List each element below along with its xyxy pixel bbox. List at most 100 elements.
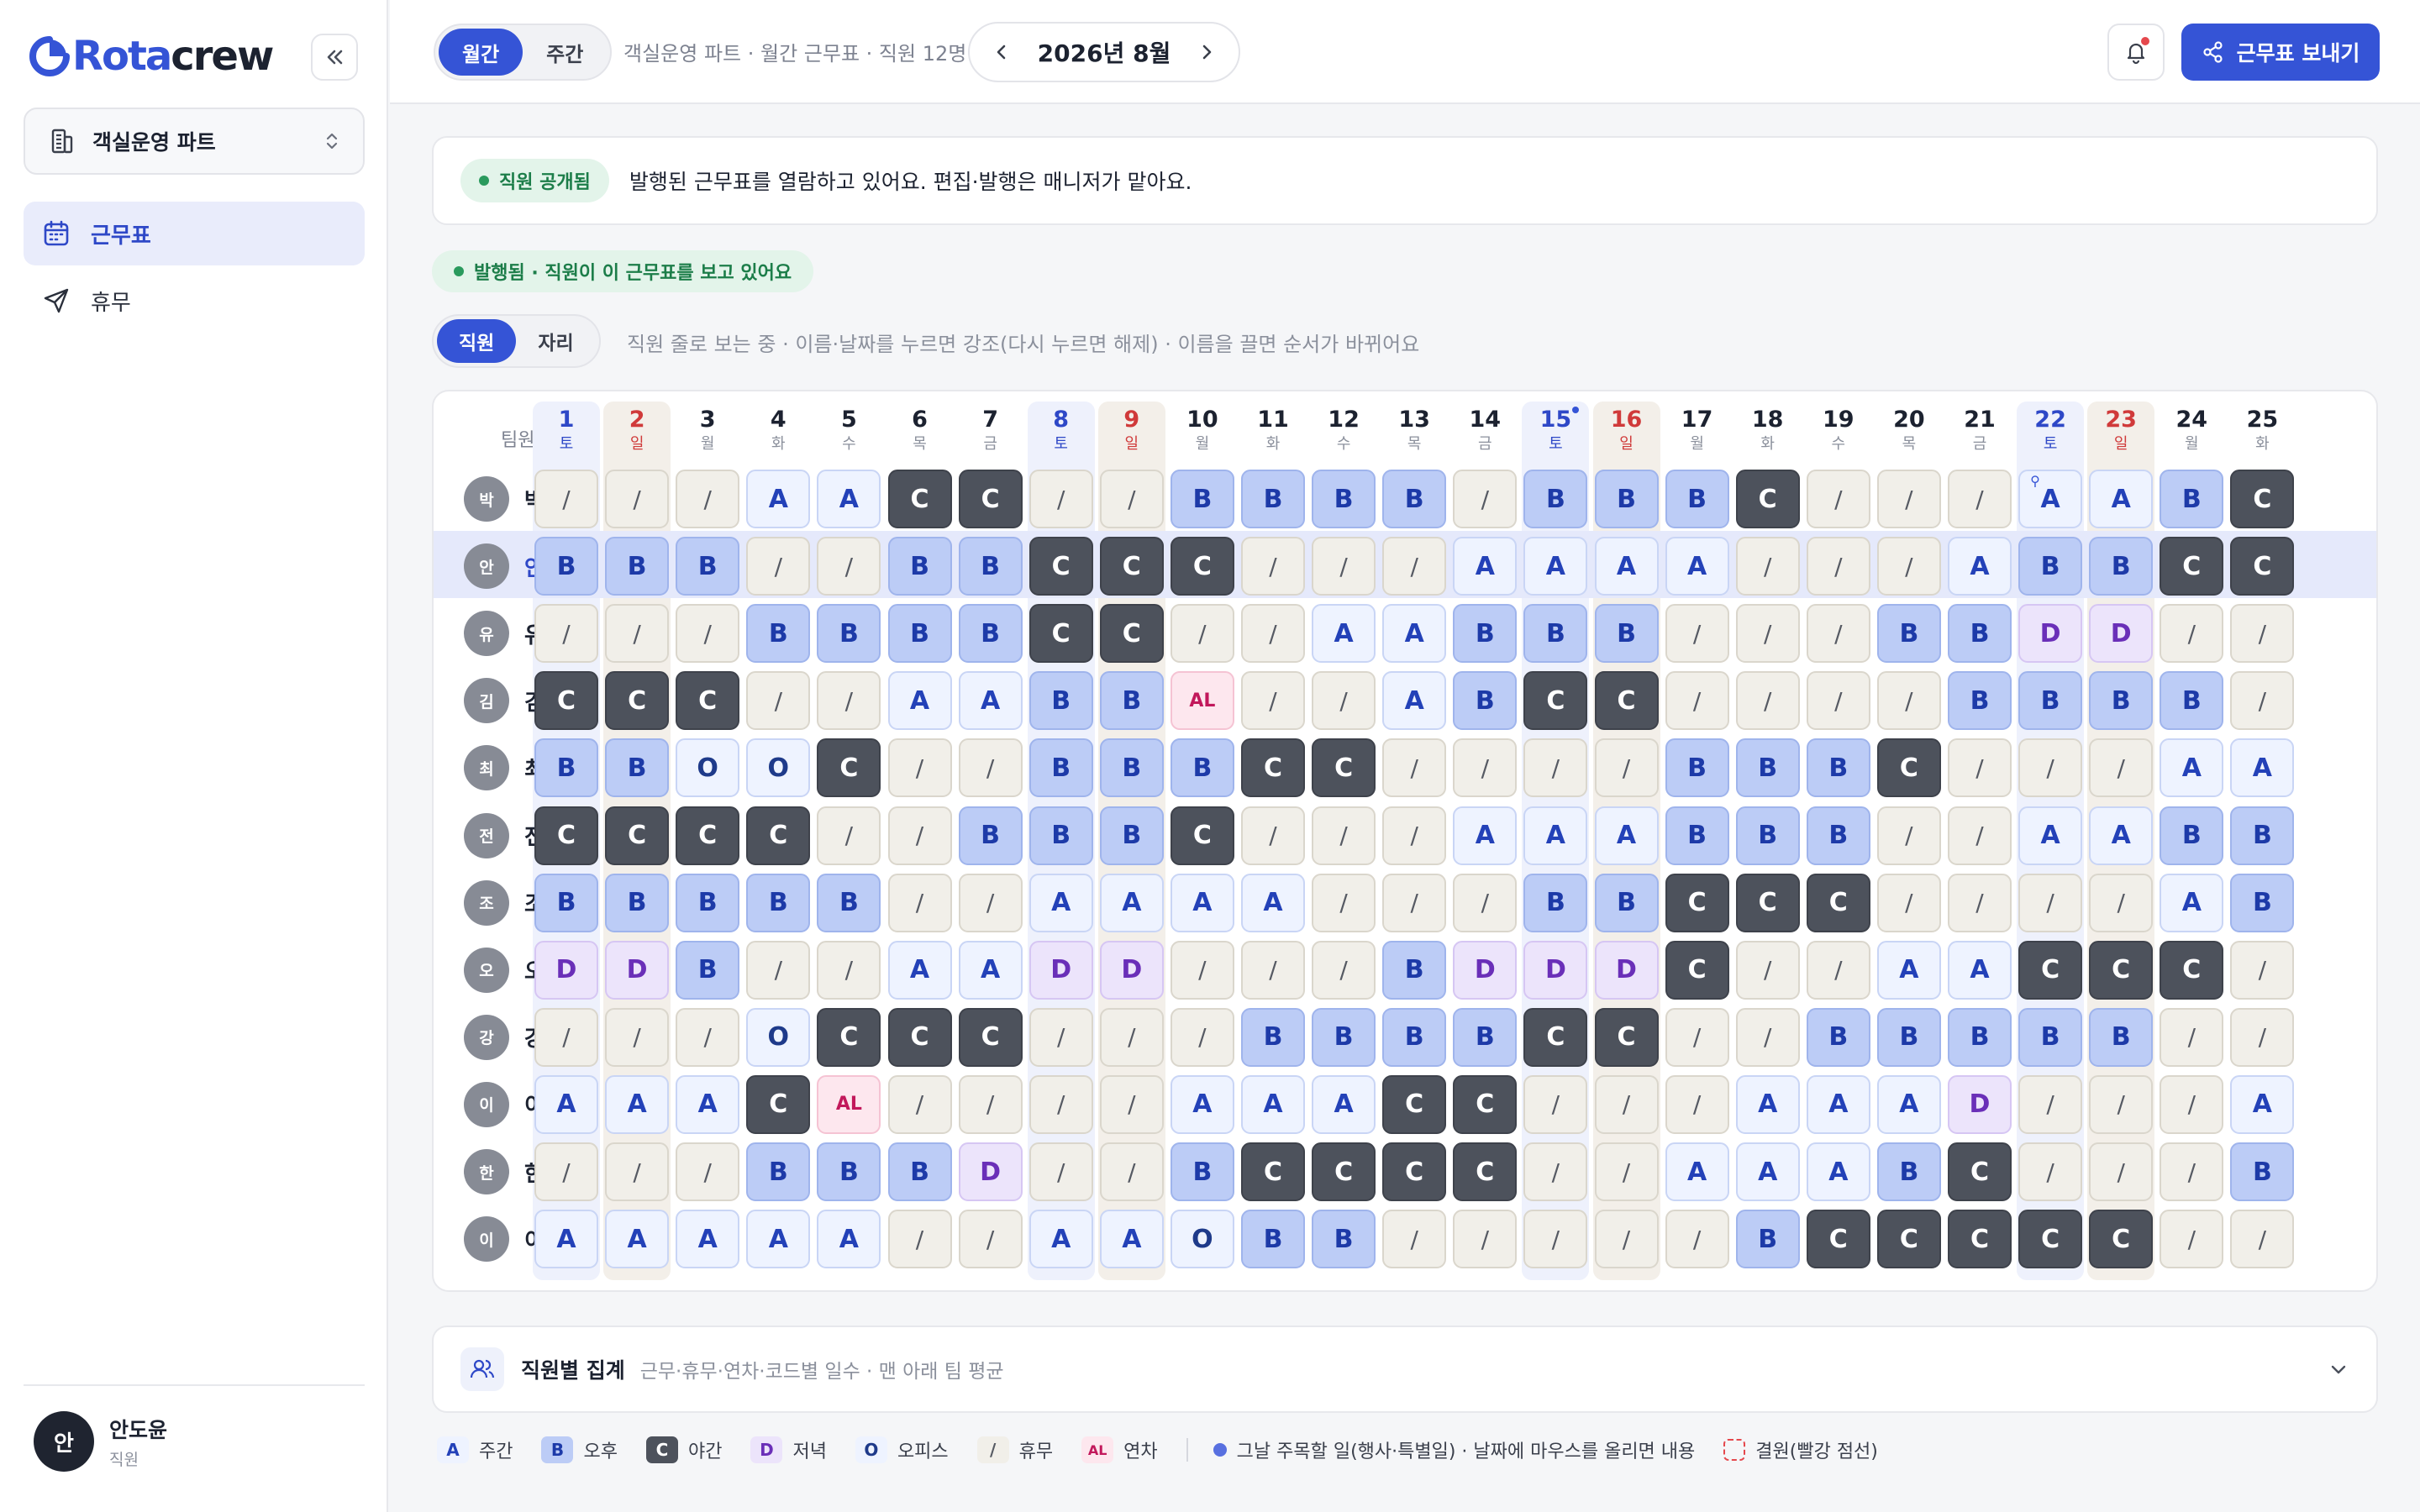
- current-month[interactable]: 2026년 8월: [1038, 35, 1171, 69]
- shift-cell[interactable]: /: [676, 604, 740, 664]
- day-header[interactable]: 18 화: [1733, 405, 1803, 464]
- shift-cell[interactable]: C: [676, 806, 740, 865]
- shift-cell[interactable]: /: [2160, 1074, 2224, 1134]
- shift-cell[interactable]: /: [1948, 738, 2012, 798]
- shift-cell[interactable]: /: [887, 873, 952, 932]
- day-header[interactable]: 22 토: [2015, 405, 2086, 464]
- shift-cell[interactable]: D: [2089, 604, 2154, 664]
- shift-cell[interactable]: A: [1312, 604, 1376, 664]
- shift-cell[interactable]: A: [2160, 873, 2224, 932]
- logo[interactable]: Rotacrew: [29, 30, 274, 82]
- send-schedule-button[interactable]: 근무표 보내기: [2181, 24, 2380, 81]
- shift-cell[interactable]: C: [1594, 1007, 1659, 1067]
- shift-cell[interactable]: /: [887, 1074, 952, 1134]
- shift-cell[interactable]: A: [534, 1210, 598, 1269]
- shift-cell[interactable]: D: [534, 940, 598, 1000]
- shift-cell[interactable]: /: [1028, 1074, 1093, 1134]
- shift-cell[interactable]: B: [534, 738, 598, 798]
- shift-cell[interactable]: B: [817, 604, 881, 664]
- shift-cell[interactable]: B: [605, 537, 670, 596]
- shift-cell[interactable]: /: [534, 1142, 598, 1201]
- shift-cell[interactable]: A: [817, 470, 881, 528]
- shift-cell[interactable]: /: [1382, 1210, 1447, 1269]
- shift-cell[interactable]: /: [1735, 1007, 1800, 1067]
- shift-cell[interactable]: B: [1241, 1007, 1305, 1067]
- shift-cell[interactable]: /: [1735, 940, 1800, 1000]
- shift-cell[interactable]: /: [1312, 806, 1376, 865]
- shift-cell[interactable]: B: [676, 873, 740, 932]
- shift-cell[interactable]: /: [1382, 537, 1447, 596]
- shift-cell[interactable]: B: [958, 537, 1023, 596]
- shift-cell[interactable]: /: [1241, 537, 1305, 596]
- shift-cell[interactable]: /: [746, 537, 811, 596]
- shift-cell[interactable]: /: [1241, 940, 1305, 1000]
- shift-cell[interactable]: /: [1876, 537, 1941, 596]
- shift-cell[interactable]: /: [1594, 1210, 1659, 1269]
- shift-cell[interactable]: B: [887, 1142, 952, 1201]
- shift-cell[interactable]: B: [1665, 806, 1729, 865]
- shift-cell[interactable]: B: [2160, 806, 2224, 865]
- shift-cell[interactable]: C: [1241, 738, 1305, 798]
- shift-cell[interactable]: /: [605, 1007, 670, 1067]
- shift-cell[interactable]: /: [534, 470, 598, 528]
- shift-cell[interactable]: /: [1241, 671, 1305, 731]
- shift-cell[interactable]: B: [1099, 806, 1164, 865]
- shift-cell[interactable]: AL: [817, 1074, 881, 1134]
- shift-cell[interactable]: B: [1948, 1007, 2012, 1067]
- shift-cell[interactable]: B: [534, 537, 598, 596]
- shift-cell[interactable]: A: [1453, 806, 1518, 865]
- shift-cell[interactable]: B: [958, 806, 1023, 865]
- shift-cell[interactable]: C: [958, 470, 1023, 528]
- shift-cell[interactable]: /: [887, 806, 952, 865]
- shift-cell[interactable]: A: [1028, 873, 1093, 932]
- shift-cell[interactable]: /: [2089, 1074, 2154, 1134]
- shift-cell[interactable]: B: [1665, 738, 1729, 798]
- shift-cell[interactable]: B: [746, 604, 811, 664]
- shift-cell[interactable]: A: [1876, 940, 1941, 1000]
- shift-cell[interactable]: /: [676, 470, 740, 528]
- shift-cell[interactable]: /: [1523, 1074, 1588, 1134]
- shift-cell[interactable]: A: [534, 1074, 598, 1134]
- day-header[interactable]: 21 금: [1944, 405, 2015, 464]
- shift-cell[interactable]: /: [2160, 1142, 2224, 1201]
- shift-cell[interactable]: B: [1665, 470, 1729, 528]
- shift-cell[interactable]: A: [1312, 1074, 1376, 1134]
- shift-cell[interactable]: C: [1028, 604, 1093, 664]
- shift-cell[interactable]: /: [1312, 873, 1376, 932]
- shift-cell[interactable]: A: [676, 1210, 740, 1269]
- shift-cell[interactable]: C: [1099, 537, 1164, 596]
- shift-cell[interactable]: /: [1948, 806, 2012, 865]
- shift-cell[interactable]: /: [817, 806, 881, 865]
- shift-cell[interactable]: A: [1876, 1074, 1941, 1134]
- shift-cell[interactable]: C: [534, 806, 598, 865]
- shift-cell[interactable]: B: [1382, 940, 1447, 1000]
- shift-cell[interactable]: B: [2089, 537, 2154, 596]
- shift-cell[interactable]: C: [1312, 738, 1376, 798]
- shift-cell[interactable]: /: [1099, 1007, 1164, 1067]
- shift-cell[interactable]: D: [605, 940, 670, 1000]
- shift-cell[interactable]: D: [958, 1142, 1023, 1201]
- day-header[interactable]: 10 월: [1167, 405, 1238, 464]
- shift-cell[interactable]: /: [1806, 470, 1870, 528]
- shift-cell[interactable]: B: [1594, 470, 1659, 528]
- day-header[interactable]: 25 화: [2227, 405, 2297, 464]
- shift-cell[interactable]: /: [1312, 940, 1376, 1000]
- shift-cell[interactable]: /: [1876, 806, 1941, 865]
- shift-cell[interactable]: /: [1170, 604, 1234, 664]
- shift-cell[interactable]: B: [1948, 671, 2012, 731]
- shift-cell[interactable]: C: [1523, 1007, 1588, 1067]
- sidebar-item-schedule[interactable]: 근무표: [24, 202, 365, 265]
- shift-cell[interactable]: B: [1523, 470, 1588, 528]
- shift-cell[interactable]: A: [1028, 1210, 1093, 1269]
- shift-cell[interactable]: /: [2018, 873, 2083, 932]
- shift-cell[interactable]: A: [746, 470, 811, 528]
- shift-cell[interactable]: B: [1806, 738, 1870, 798]
- shift-cell[interactable]: /: [2018, 738, 2083, 798]
- shift-cell[interactable]: /: [1312, 537, 1376, 596]
- shift-cell[interactable]: B: [2018, 537, 2083, 596]
- shift-cell[interactable]: /: [1806, 671, 1870, 731]
- tab-weekly[interactable]: 주간: [523, 29, 607, 76]
- shift-cell[interactable]: B: [1099, 738, 1164, 798]
- shift-cell[interactable]: D: [1523, 940, 1588, 1000]
- shift-cell[interactable]: B: [1312, 1210, 1376, 1269]
